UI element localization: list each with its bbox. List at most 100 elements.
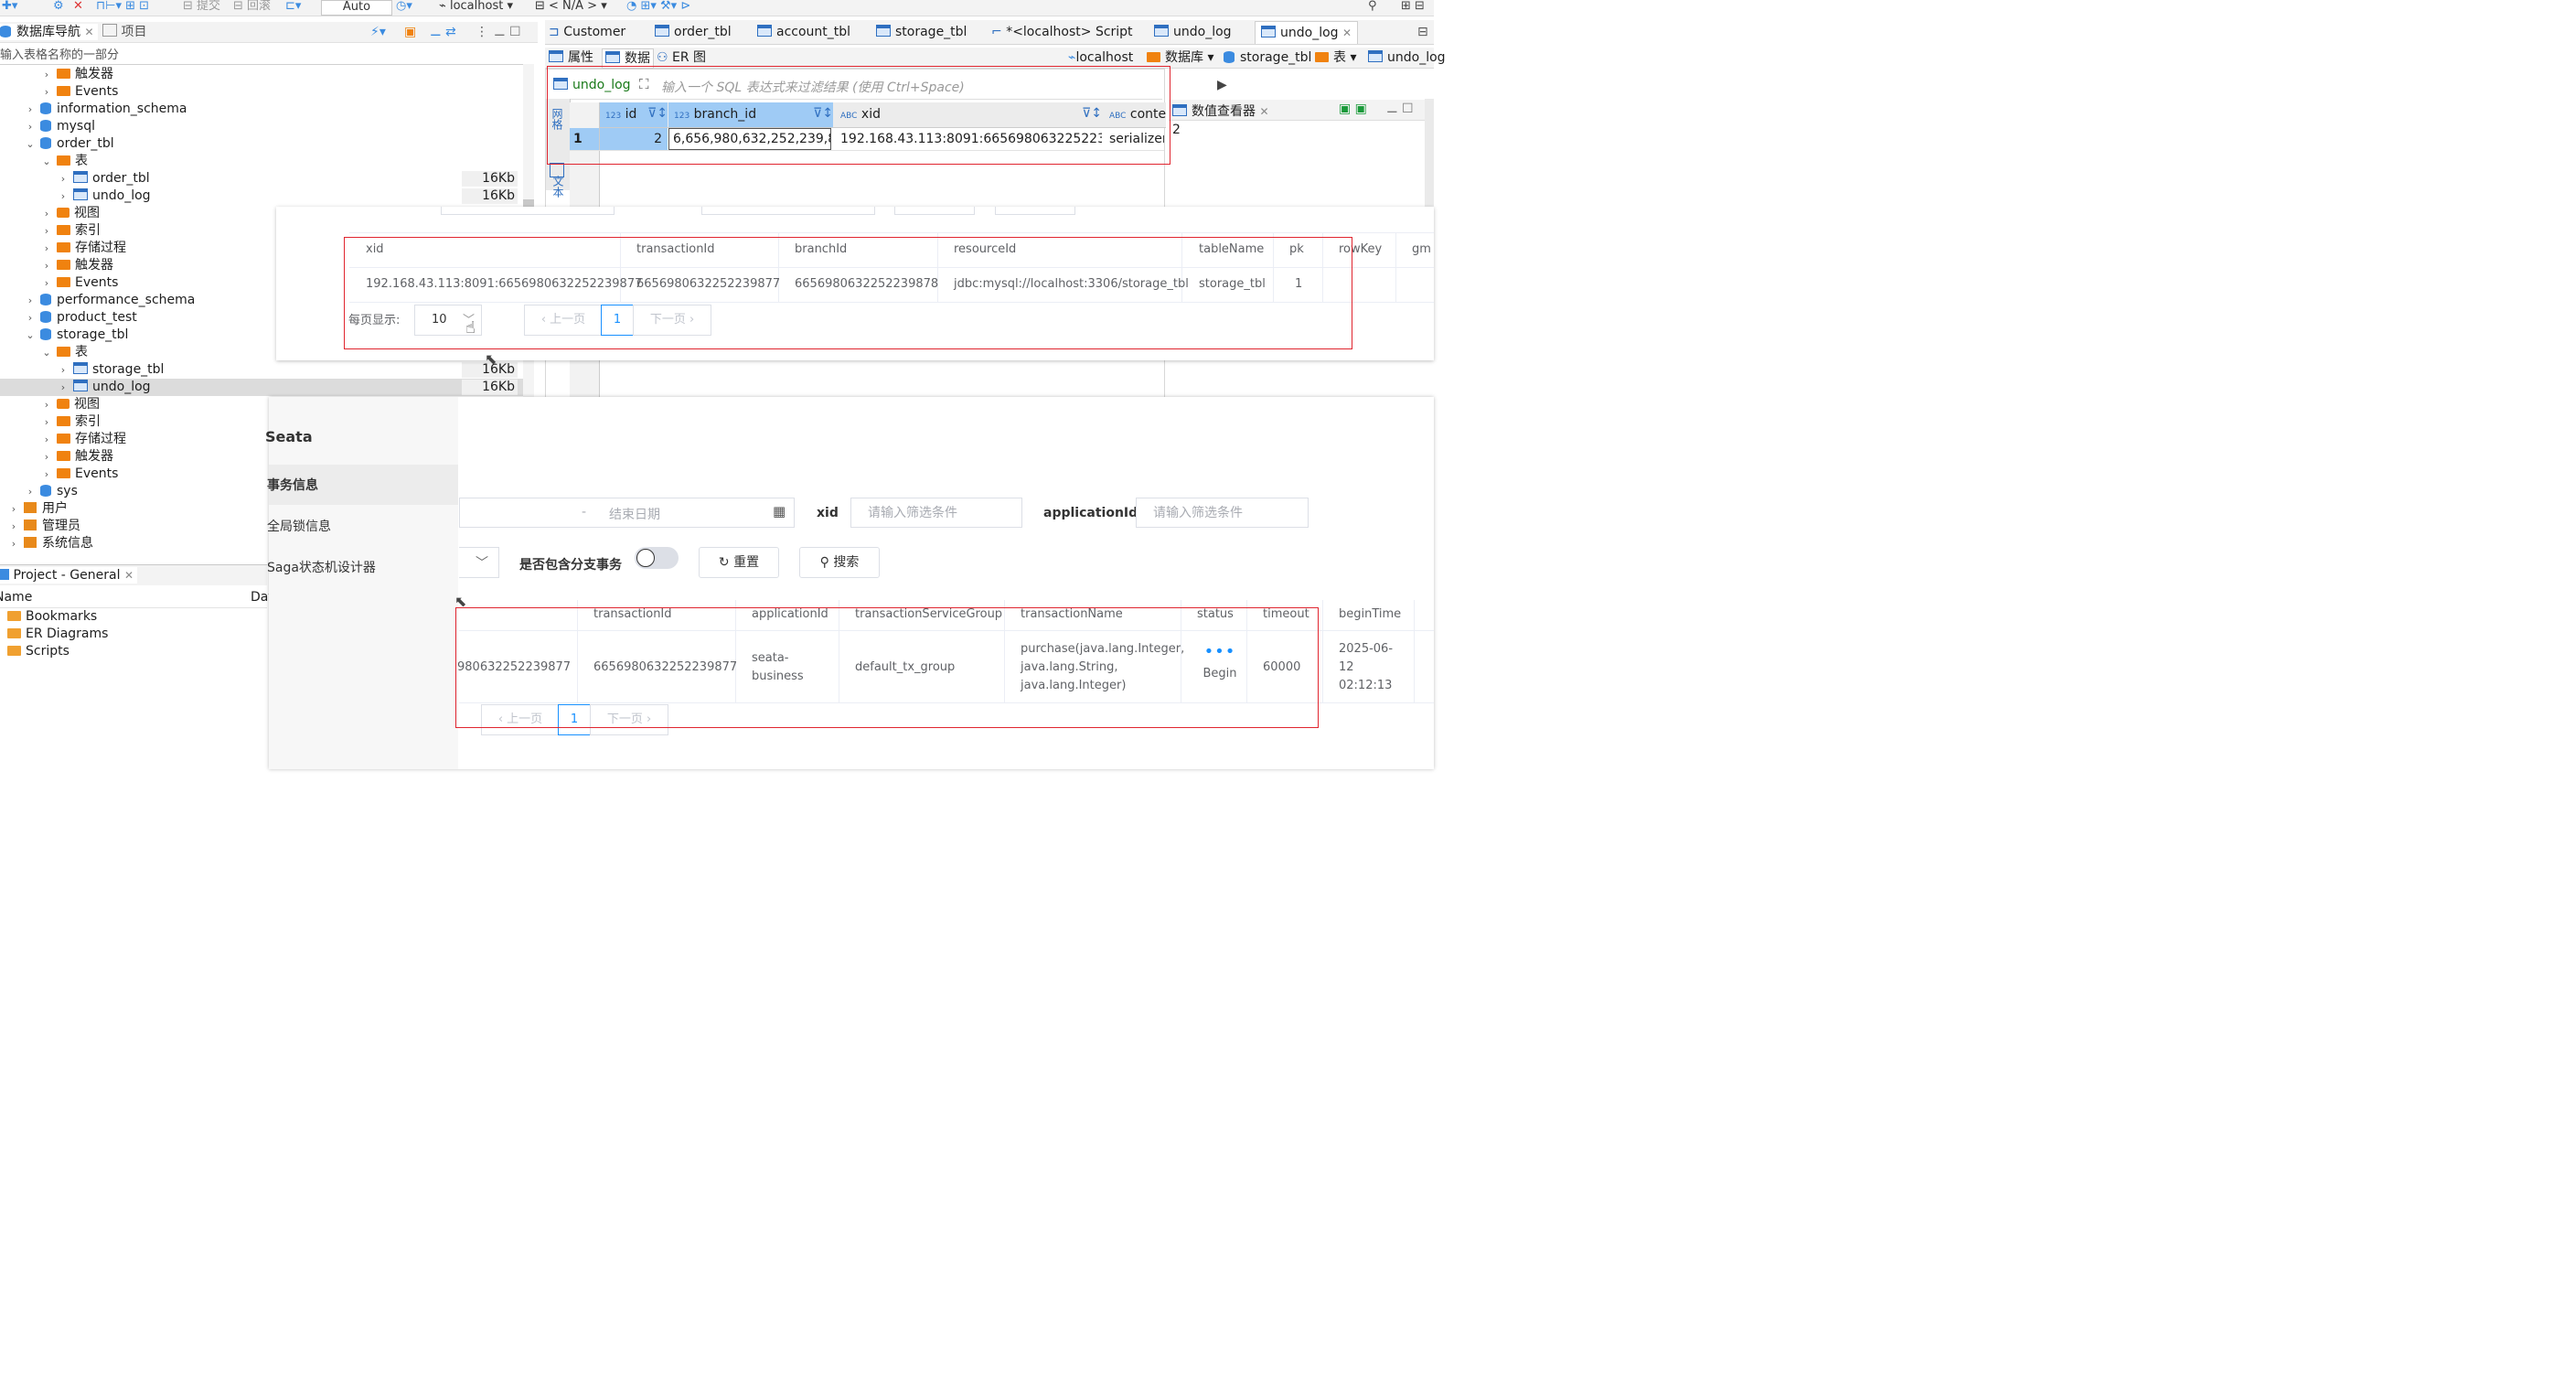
tab-project-general[interactable]: Project - General ✕: [0, 567, 137, 584]
chevron-right-icon[interactable]: ›: [9, 535, 18, 552]
transaction-icon[interactable]: ⊓⊢▾ ⊞ ⊡: [96, 0, 149, 15]
connection-select[interactable]: ⌁ localhost ▾: [439, 0, 513, 15]
tree-item[interactable]: › undo_log: [0, 379, 523, 396]
dashboard-icon[interactable]: ◔ ⊞▾ ⚒▾ ⊳: [626, 0, 690, 15]
tree-item[interactable]: › Events: [0, 83, 523, 101]
chevron-right-icon[interactable]: ›: [26, 118, 35, 135]
navigator-filter-input[interactable]: 输入表格名称的一部分: [0, 48, 534, 65]
chevron-right-icon[interactable]: ›: [42, 396, 51, 413]
breadcrumb-schema[interactable]: storage_tbl: [1224, 48, 1311, 67]
search-icon[interactable]: ⚲: [1368, 0, 1377, 15]
chevron-right-icon[interactable]: ›: [26, 309, 35, 327]
chevron-right-icon[interactable]: ›: [42, 240, 51, 257]
menu-item-transaction-info[interactable]: 事务信息: [267, 465, 458, 505]
chevron-down-icon[interactable]: ⌄: [42, 153, 51, 170]
history-icon[interactable]: ◷▾: [396, 0, 412, 15]
view-menu-icon[interactable]: ⋮: [476, 24, 488, 40]
value-viewer-tab[interactable]: 数值查看器 ✕: [1172, 102, 1269, 120]
tree-item[interactable]: › storage_tbl: [0, 361, 523, 379]
chevron-right-icon[interactable]: ›: [26, 292, 35, 309]
include-branch-toggle[interactable]: [635, 547, 679, 569]
tab-account-tbl[interactable]: account_tbl: [757, 23, 850, 41]
close-icon[interactable]: ✕: [84, 26, 93, 38]
side-tab-text[interactable]: 文本: [550, 176, 566, 198]
chevron-right-icon[interactable]: ›: [42, 205, 51, 222]
chevron-right-icon[interactable]: ›: [26, 101, 35, 118]
project-item-er-diagrams[interactable]: ER Diagrams: [7, 627, 108, 641]
chevron-right-icon[interactable]: ›: [42, 413, 51, 431]
chevron-down-icon[interactable]: ⌄: [26, 135, 35, 153]
tab-undo-log-1[interactable]: undo_log: [1154, 23, 1232, 41]
tab-properties[interactable]: 属性: [549, 48, 593, 67]
save-icon[interactable]: ▣ ▣: [1339, 102, 1367, 116]
breadcrumb-connection[interactable]: ⌁localhost: [1068, 48, 1133, 67]
connect-icon[interactable]: ✚▾: [2, 0, 17, 15]
apply-filter-icon[interactable]: ▶: [1217, 78, 1227, 92]
minimize-icon[interactable]: ⚊ ☐: [494, 24, 521, 40]
tree-item[interactable]: › information_schema: [0, 101, 523, 118]
menu-item-saga-designer[interactable]: Saga状态机设计器: [267, 558, 376, 576]
breadcrumb-table[interactable]: undo_log: [1368, 48, 1446, 67]
tree-item[interactable]: ⌄ 表: [0, 153, 523, 170]
close-icon[interactable]: ✕: [1342, 27, 1352, 39]
chevron-right-icon[interactable]: ›: [42, 83, 51, 101]
rollback-button[interactable]: ⊟ 回滚: [233, 0, 271, 15]
application-id-filter-input[interactable]: 请输入筛选条件: [1136, 498, 1309, 528]
chevron-down-icon[interactable]: ⌄: [26, 327, 35, 344]
disconnect-icon[interactable]: ✕: [73, 0, 83, 15]
tab-undo-log-2[interactable]: undo_log ✕: [1255, 21, 1359, 44]
tab-customer[interactable]: ⊐ Customer: [549, 23, 625, 41]
tab-script[interactable]: ⌐ *<localhost> Script: [991, 23, 1133, 41]
tree-item[interactable]: › undo_log: [0, 187, 523, 205]
perspective-icon[interactable]: ⊞ ⊟: [1401, 0, 1425, 15]
chevron-right-icon[interactable]: ›: [26, 483, 35, 500]
schema-select[interactable]: ⊟ < N/A > ▾: [535, 0, 607, 15]
chevron-right-icon[interactable]: ›: [9, 500, 18, 518]
calendar-icon[interactable]: ▦: [773, 503, 786, 520]
more-tabs-icon[interactable]: ⊟: [1417, 23, 1428, 41]
tab-er-diagram[interactable]: ⚇ ER 图: [657, 48, 706, 67]
chevron-right-icon[interactable]: ›: [59, 379, 68, 396]
chevron-right-icon[interactable]: ›: [42, 448, 51, 466]
tree-item[interactable]: › order_tbl: [0, 170, 523, 187]
chevron-right-icon[interactable]: ›: [59, 170, 68, 187]
minimize-icon[interactable]: ⚊ ☐: [1386, 102, 1414, 116]
tab-projects[interactable]: 项目: [102, 24, 146, 40]
tab-storage-tbl[interactable]: storage_tbl: [876, 23, 967, 41]
tab-order-tbl[interactable]: order_tbl: [655, 23, 732, 41]
new-folder-icon[interactable]: ▣: [404, 24, 416, 40]
tree-item[interactable]: › 触发器: [0, 66, 523, 83]
reset-button[interactable]: ↻ 重置: [699, 547, 779, 578]
column-name[interactable]: Name: [0, 590, 32, 605]
chevron-right-icon[interactable]: ›: [42, 257, 51, 274]
chevron-right-icon[interactable]: ›: [59, 361, 68, 379]
project-item-bookmarks[interactable]: Bookmarks: [7, 609, 97, 624]
end-date-input[interactable]: 结束日期: [609, 505, 660, 523]
project-item-scripts[interactable]: Scripts: [7, 644, 69, 659]
tree-item[interactable]: › mysql: [0, 118, 523, 135]
chevron-right-icon[interactable]: ›: [42, 222, 51, 240]
chevron-right-icon[interactable]: ›: [59, 187, 68, 205]
chevron-right-icon[interactable]: ›: [9, 518, 18, 535]
breadcrumb-tables[interactable]: 表 ▾: [1315, 48, 1356, 67]
breadcrumb-database[interactable]: 数据库 ▾: [1147, 48, 1213, 67]
menu-item-global-lock[interactable]: 全局锁信息: [267, 517, 331, 535]
search-button[interactable]: ⚲ 搜索: [799, 547, 880, 578]
commit-button[interactable]: ⊟ 提交: [183, 0, 220, 15]
tab-database-navigator[interactable]: 数据库导航 ✕: [0, 24, 98, 40]
close-icon[interactable]: ✕: [124, 569, 134, 582]
sql-editor-icon[interactable]: ⚙: [53, 0, 64, 15]
chevron-down-icon[interactable]: ⌄: [42, 344, 51, 361]
chevron-right-icon[interactable]: ›: [42, 66, 51, 83]
status-select[interactable]: ﹀: [459, 547, 499, 578]
tx-mode-select[interactable]: Auto: [321, 0, 392, 16]
chevron-right-icon[interactable]: ›: [42, 274, 51, 292]
close-icon[interactable]: ✕: [1259, 105, 1268, 118]
xid-filter-input[interactable]: 请输入筛选条件: [850, 498, 1022, 528]
tx-mode-icon[interactable]: ⊏▾: [285, 0, 301, 15]
chevron-right-icon[interactable]: ›: [42, 466, 51, 483]
tree-item[interactable]: ⌄ order_tbl: [0, 135, 523, 153]
collapse-icon[interactable]: ⚊ ⇄: [430, 24, 456, 40]
new-connection-icon[interactable]: ⚡▾: [370, 24, 386, 40]
chevron-right-icon[interactable]: ›: [42, 431, 51, 448]
